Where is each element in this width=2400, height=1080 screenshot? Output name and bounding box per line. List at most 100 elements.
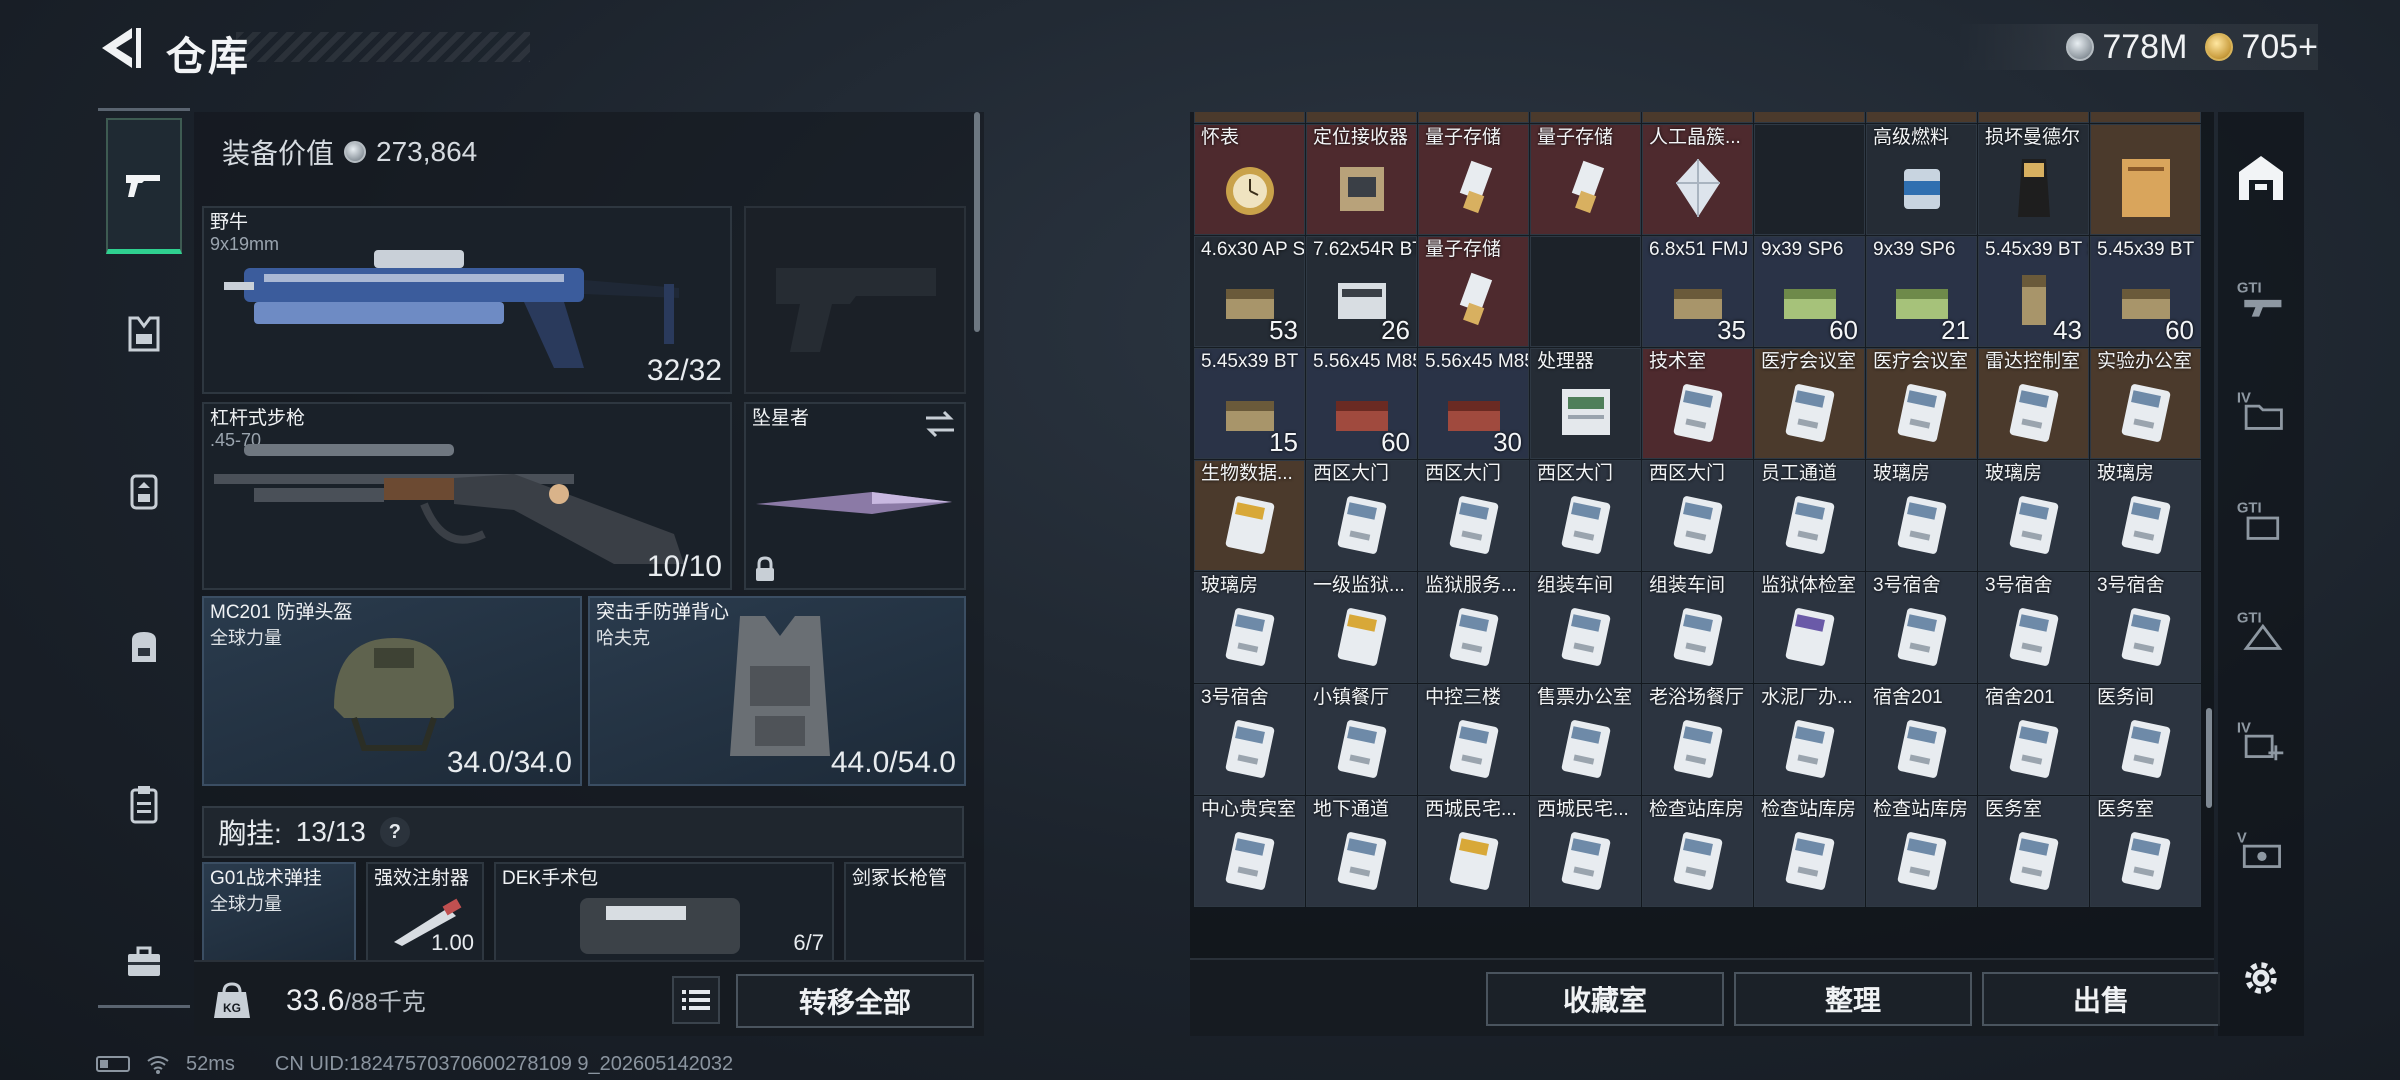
stash-cell-partial[interactable] <box>1418 112 1529 123</box>
rail-tab-weapon[interactable] <box>106 118 182 254</box>
stash-cell[interactable]: 检查站库房 <box>1866 796 1977 907</box>
stash-cell[interactable]: 5.45x39 BT SP 43 <box>1978 236 2089 347</box>
stash-cell[interactable]: 量子存储 <box>1530 124 1641 235</box>
back-button[interactable] <box>96 22 144 74</box>
stash-cell[interactable]: 技术室 <box>1642 348 1753 459</box>
stash-cell-partial[interactable] <box>1530 112 1641 123</box>
stash-cell[interactable]: 实验办公室 <box>2090 348 2201 459</box>
stash-cell[interactable]: 西区大门 <box>1306 460 1417 571</box>
settings-button[interactable] <box>2218 922 2304 1034</box>
stash-cell[interactable]: 组装车间 <box>1642 572 1753 683</box>
helmet-slot[interactable]: MC201 防弹头盔 全球力量 34.0/34.0 <box>202 596 582 786</box>
vest-slot[interactable]: 突击手防弹背心 哈夫克 44.0/54.0 <box>588 596 966 786</box>
rail-tab-backpack[interactable] <box>106 578 182 714</box>
stash-cell[interactable]: 雷达控制室 <box>1978 348 2089 459</box>
stash-cell[interactable]: 6.8x51 FMJ 35 <box>1642 236 1753 347</box>
stash-cell[interactable]: 医务间 <box>2090 684 2201 795</box>
stash-page-7[interactable]: V <box>2218 792 2304 904</box>
stash-cell[interactable]: 老浴场餐厅 <box>1642 684 1753 795</box>
loadout-scrollbar[interactable] <box>974 112 980 332</box>
stash-cell[interactable]: 检查站库房 <box>1642 796 1753 907</box>
stash-cell[interactable] <box>1530 236 1641 347</box>
stash-cell[interactable]: 5.45x39 BT 60 <box>2090 236 2201 347</box>
rail-tab-armor[interactable] <box>106 266 182 402</box>
stash-cell-partial[interactable] <box>2090 112 2201 123</box>
stash-cell[interactable]: 玻璃房 <box>1194 572 1305 683</box>
stash-cell[interactable]: 西区大门 <box>1530 460 1641 571</box>
stash-cell[interactable]: 人工晶簇... <box>1642 124 1753 235</box>
stash-cell[interactable]: 医务室 <box>2090 796 2201 907</box>
stash-page-5[interactable]: GTI <box>2218 572 2304 684</box>
help-icon[interactable]: ? <box>379 817 410 847</box>
transfer-all-button[interactable]: 转移全部 <box>736 974 974 1028</box>
stash-cell[interactable]: 医疗会议室 <box>1754 348 1865 459</box>
stash-cell[interactable]: 3号宿舍 <box>1866 572 1977 683</box>
stash-cell-partial[interactable] <box>1194 112 1305 123</box>
secondary-weapon-slot[interactable]: 杠杆式步枪 .45-70 10/10 <box>202 402 732 590</box>
stash-cell[interactable] <box>2090 124 2201 235</box>
stash-cell[interactable]: 监狱服务... <box>1418 572 1529 683</box>
stash-cell[interactable]: 9x39 SP6 60 <box>1754 236 1865 347</box>
stash-cell[interactable]: 5.56x45 M855A1 30 <box>1418 348 1529 459</box>
stash-cell[interactable]: 宿舍201 <box>1866 684 1977 795</box>
stash-cell[interactable]: 西城民宅... <box>1418 796 1529 907</box>
list-view-button[interactable] <box>672 976 720 1024</box>
stash-cell[interactable]: 5.56x45 M855A1 60 <box>1306 348 1417 459</box>
rail-tab-clipboard[interactable] <box>106 736 182 872</box>
sell-button[interactable]: 出售 <box>1982 972 2220 1026</box>
stash-cell-partial[interactable] <box>1754 112 1865 123</box>
stash-cell-partial[interactable] <box>1866 112 1977 123</box>
stash-cell[interactable]: 定位接收器 <box>1306 124 1417 235</box>
stash-cell[interactable]: 7.62x54R BT 26 <box>1306 236 1417 347</box>
stash-cell[interactable]: 5.45x39 BT 15 <box>1194 348 1305 459</box>
stash-cell[interactable]: 怀表 <box>1194 124 1305 235</box>
stash-cell[interactable] <box>1754 124 1865 235</box>
collection-room-button[interactable]: 收藏室 <box>1486 972 1724 1026</box>
stash-cell[interactable]: 检查站库房 <box>1754 796 1865 907</box>
stash-cell[interactable]: 小镇餐厅 <box>1306 684 1417 795</box>
sort-button[interactable]: 整理 <box>1734 972 1972 1026</box>
stash-cell[interactable]: 3号宿舍 <box>2090 572 2201 683</box>
stash-cell[interactable]: 生物数据... <box>1194 460 1305 571</box>
stash-cell[interactable]: 一级监狱... <box>1306 572 1417 683</box>
rail-tab-rig[interactable] <box>106 424 182 560</box>
stash-cell[interactable]: 玻璃房 <box>1866 460 1977 571</box>
rig-slot[interactable]: 剑冢长枪管 <box>844 862 966 962</box>
stash-cell[interactable]: 员工通道 <box>1754 460 1865 571</box>
rail-tab-toolbox[interactable] <box>106 894 182 1030</box>
stash-cell[interactable]: 中心贵宾室 <box>1194 796 1305 907</box>
stash-cell[interactable]: 监狱体检室 <box>1754 572 1865 683</box>
sidearm-slot[interactable] <box>744 206 966 394</box>
stash-cell[interactable]: 水泥厂办... <box>1754 684 1865 795</box>
stash-cell[interactable]: 3号宿舍 <box>1194 684 1305 795</box>
stash-cell[interactable]: 高级燃料 <box>1866 124 1977 235</box>
stash-cell[interactable]: 玻璃房 <box>1978 460 2089 571</box>
stash-cell[interactable]: 地下通道 <box>1306 796 1417 907</box>
stash-cell-partial[interactable] <box>1306 112 1417 123</box>
stash-page-2[interactable]: GTI <box>2218 242 2304 354</box>
stash-cell[interactable]: 西城民宅... <box>1530 796 1641 907</box>
stash-cell[interactable]: 处理器 <box>1530 348 1641 459</box>
rig-slot[interactable]: 强效注射器 1.00 <box>366 862 484 962</box>
stash-cell[interactable]: 量子存储 <box>1418 124 1529 235</box>
stash-cell[interactable]: 玻璃房 <box>2090 460 2201 571</box>
stash-page-4[interactable]: GTI <box>2218 462 2304 574</box>
gold-currency[interactable]: 705+ <box>2205 28 2318 67</box>
primary-weapon-slot[interactable]: 野牛 9x19mm 32/32 <box>202 206 732 394</box>
stash-cell[interactable]: 医疗会议室 <box>1866 348 1977 459</box>
stash-cell-partial[interactable] <box>1978 112 2089 123</box>
rig-slot[interactable]: G01战术弹挂 全球力量 <box>202 862 356 962</box>
stash-cell[interactable]: 4.6x30 AP SX 53 <box>1194 236 1305 347</box>
rig-slot[interactable]: DEK手术包 6/7 <box>494 862 834 962</box>
stash-cell[interactable]: 中控三楼 <box>1418 684 1529 795</box>
stash-cell[interactable]: 9x39 SP6 21 <box>1866 236 1977 347</box>
stash-cell-partial[interactable] <box>1642 112 1753 123</box>
stash-cell[interactable]: 宿舍201 <box>1978 684 2089 795</box>
stash-page-6[interactable]: IV <box>2218 682 2304 794</box>
melee-slot[interactable]: 坠星者 <box>744 402 966 590</box>
stash-cell[interactable]: 西区大门 <box>1418 460 1529 571</box>
stash-cell[interactable]: 组装车间 <box>1530 572 1641 683</box>
stash-cell[interactable]: 损坏曼德尔 <box>1978 124 2089 235</box>
stash-page-main[interactable] <box>2218 122 2304 234</box>
stash-cell[interactable]: 售票办公室 <box>1530 684 1641 795</box>
